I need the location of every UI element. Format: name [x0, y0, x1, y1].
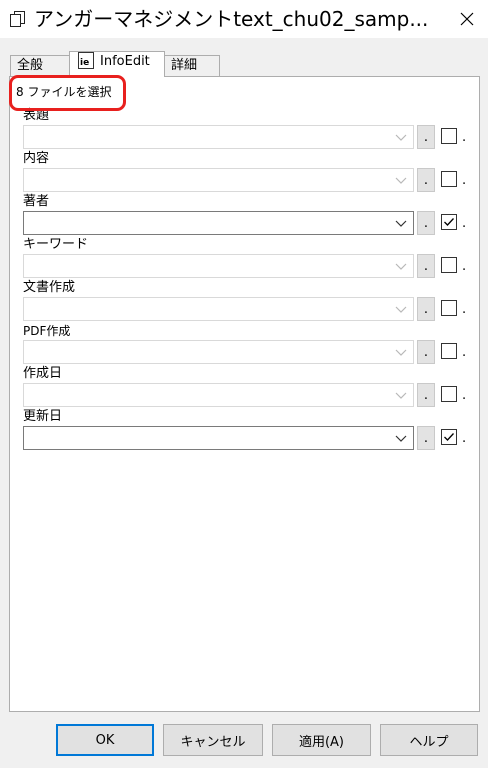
creator-check-label: . [462, 302, 467, 317]
created-date-ellipsis-button[interactable]: . [417, 383, 435, 407]
title-combobox[interactable] [23, 125, 414, 149]
author-check-label: . [462, 216, 467, 231]
apply-button[interactable]: 適用(A) [272, 724, 371, 756]
window-title: アンガーマネジメントtext_chu02_samp... [34, 7, 429, 31]
keywords-combobox[interactable] [23, 254, 414, 278]
chevron-down-icon [395, 263, 407, 270]
field-label-modified-date: 更新日 [23, 409, 63, 424]
subject-check-label: . [462, 173, 467, 188]
modified-date-combobox[interactable] [23, 426, 414, 450]
cancel-button[interactable]: キャンセル [163, 724, 263, 756]
tab-label: 詳細 [171, 58, 198, 73]
close-icon [460, 12, 474, 26]
checkmark-icon [444, 218, 454, 226]
tab-detail[interactable]: 詳細 [164, 55, 220, 77]
infoedit-icon: ie [78, 52, 94, 69]
title-bar: アンガーマネジメントtext_chu02_samp... [0, 0, 488, 38]
pdf-producer-ellipsis-button[interactable]: . [417, 340, 435, 364]
creator-ellipsis-button[interactable]: . [417, 297, 435, 321]
field-label-created-date: 作成日 [23, 366, 63, 381]
author-combobox[interactable] [23, 211, 414, 235]
field-label-pdf-producer: PDF作成 [23, 324, 71, 338]
creator-combobox[interactable] [23, 297, 414, 321]
chevron-down-icon [395, 177, 407, 184]
tab-label: 全般 [17, 58, 44, 73]
keywords-checkbox[interactable] [441, 257, 457, 273]
subject-checkbox[interactable] [441, 171, 457, 187]
chevron-down-icon [395, 435, 407, 442]
chevron-down-icon [395, 349, 407, 356]
modified-date-check-label: . [462, 431, 467, 446]
pdf-producer-check-label: . [462, 345, 467, 360]
tab-general[interactable]: 全般 [10, 55, 70, 77]
modified-date-ellipsis-button[interactable]: . [417, 426, 435, 450]
title-check-label: . [462, 130, 467, 145]
author-checkbox[interactable] [441, 214, 457, 230]
pdf-producer-combobox[interactable] [23, 340, 414, 364]
help-button[interactable]: ヘルプ [380, 724, 478, 756]
tab-label: InfoEdit [100, 54, 150, 69]
field-label-author: 著者 [23, 194, 50, 209]
modified-date-checkbox[interactable] [441, 429, 457, 445]
checkmark-icon [444, 433, 454, 441]
chevron-down-icon [395, 134, 407, 141]
close-button[interactable] [446, 0, 488, 38]
keywords-check-label: . [462, 259, 467, 274]
field-label-subject: 内容 [23, 151, 50, 166]
documents-icon [10, 11, 26, 28]
field-label-title: 表題 [23, 108, 50, 123]
chevron-down-icon [395, 392, 407, 399]
pdf-producer-checkbox[interactable] [441, 343, 457, 359]
ok-button[interactable]: OK [56, 724, 154, 756]
author-ellipsis-button[interactable]: . [417, 211, 435, 235]
created-date-check-label: . [462, 388, 467, 403]
chevron-down-icon [395, 306, 407, 313]
tab-infoedit[interactable]: ie InfoEdit [69, 51, 165, 77]
subject-combobox[interactable] [23, 168, 414, 192]
field-label-keywords: キーワード [23, 237, 89, 252]
title-ellipsis-button[interactable]: . [417, 125, 435, 149]
keywords-ellipsis-button[interactable]: . [417, 254, 435, 278]
selection-count: 8 ファイルを選択 [16, 85, 112, 99]
chevron-down-icon [395, 220, 407, 227]
title-checkbox[interactable] [441, 128, 457, 144]
creator-checkbox[interactable] [441, 300, 457, 316]
field-label-creator: 文書作成 [23, 280, 76, 295]
created-date-checkbox[interactable] [441, 386, 457, 402]
created-date-combobox[interactable] [23, 383, 414, 407]
subject-ellipsis-button[interactable]: . [417, 168, 435, 192]
